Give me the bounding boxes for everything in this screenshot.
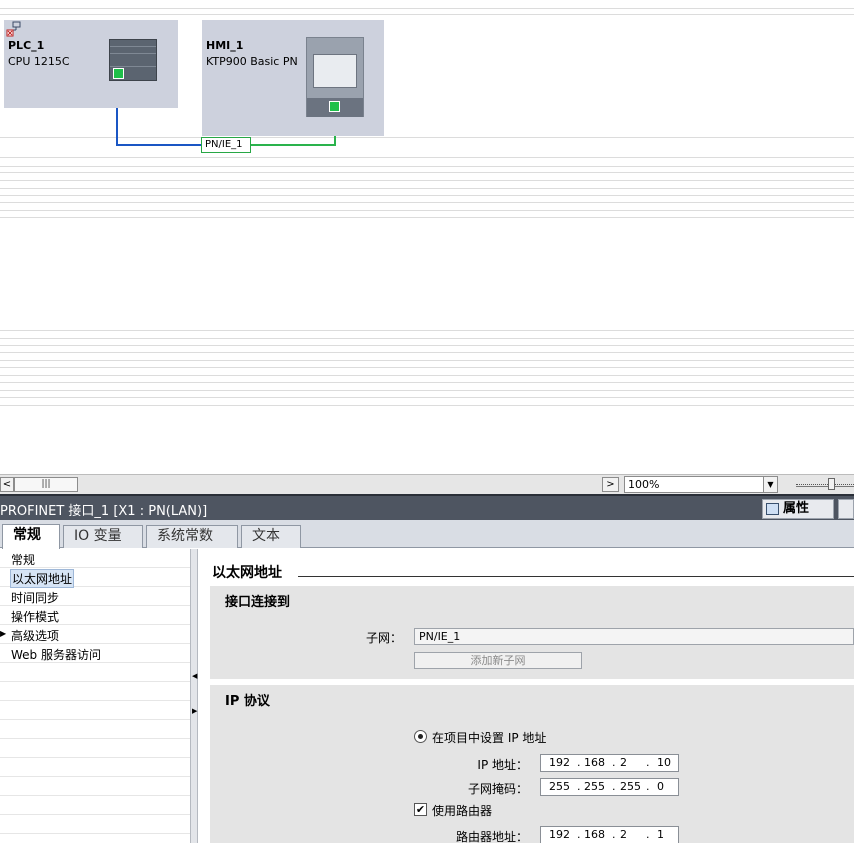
grid-line [0,367,854,368]
grid-line [0,405,854,406]
grid-line [0,390,854,391]
inspector-tabs: 常规 IO 变量 系统常数 文本 [0,520,854,549]
interface-connection-group: 接口连接到 子网： PN/IE_1 添加新子网 [210,586,854,679]
section-title: 以太网地址 [212,565,282,581]
zoom-slider-handle[interactable] [828,478,835,490]
ip-address-input[interactable]: 192 . 168 . 2 . 10 [540,754,679,772]
hmi-name: HMI_1 [206,39,244,52]
tab-io-tags[interactable]: IO 变量 [63,525,143,548]
tab-texts[interactable]: 文本 [241,525,301,548]
nav-item-advanced-options[interactable]: ▶ 高级选项 [0,625,190,644]
grid-line [0,397,854,398]
set-ip-in-project-label: 在项目中设置 IP 地址 [432,731,547,745]
nav-item-ethernet-address[interactable]: 以太网地址 [0,568,190,588]
nav-item-operating-mode[interactable]: 操作模式 [0,606,190,625]
expand-right-icon[interactable]: ▶ [192,707,197,715]
properties-tab-label: 属性 [783,501,810,516]
scroll-thumb[interactable]: ||| [14,477,78,492]
section-divider [298,576,854,577]
hmi-profinet-port[interactable] [329,101,340,112]
nav-label: Web 服务器访问 [11,648,101,662]
grid-line [0,352,854,353]
hmi-device[interactable]: HMI_1 KTP900 Basic PN [202,20,384,136]
grid-line [0,345,854,346]
properties-title: PROFINET 接口_1 [X1 : PN(LAN)] [0,504,208,519]
use-router-checkbox[interactable]: ✔ [414,803,427,816]
nav-label: 常规 [11,553,36,567]
grid-line [0,375,854,376]
plc-hardware-image [109,39,157,81]
ip-address-label: IP 地址： [477,758,528,772]
hmi-hardware-image [306,37,364,117]
properties-tab[interactable]: 属性 [762,499,834,519]
router-address-input[interactable]: 192 . 168 . 2 . 1 [540,826,679,843]
hmi-type: KTP900 Basic PN [206,55,298,68]
add-new-subnet-button[interactable]: 添加新子网 [414,652,582,669]
zoom-select[interactable]: 100% ▼ [624,476,778,493]
tab-system-constants[interactable]: 系统常数 [146,525,238,548]
plc-device[interactable]: PLC_1 CPU 1215C [4,20,178,108]
use-router-label: 使用路由器 [432,804,493,818]
scroll-right-button[interactable]: > [602,477,619,492]
nav-label: 以太网地址 [10,569,75,588]
subnet-mask-label: 子网掩码： [467,782,528,796]
canvas-scrollbar-row: < ||| > 100% ▼ [0,474,854,494]
collapse-left-icon[interactable]: ◀ [192,672,197,680]
scroll-left-button[interactable]: < [0,477,14,492]
property-navigation: 常规 以太网地址 时间同步 操作模式 ▶ 高级选项 Web 服务器访问 [0,549,190,843]
property-content: 以太网地址 接口连接到 子网： PN/IE_1 添加新子网 IP 协议 在项目中… [198,549,854,843]
router-address-label: 路由器地址： [455,830,528,843]
hmi-screen [313,54,357,88]
info-tab[interactable] [838,499,854,519]
nav-item-general[interactable]: 常规 [0,549,190,568]
set-ip-in-project-radio[interactable] [414,730,427,743]
network-node-icon [6,21,21,37]
subnet-label: 子网： [365,631,402,645]
grid-line [0,217,854,218]
group-title: IP 协议 [225,694,270,709]
expand-arrow-icon[interactable]: ▶ [0,629,6,638]
zoom-slider-track[interactable] [796,484,854,487]
ip-protocol-group: IP 协议 在项目中设置 IP 地址 IP 地址： 192 . 168 . 2 … [210,685,854,843]
plc-name: PLC_1 [8,39,45,52]
tab-general[interactable]: 常规 [2,524,60,549]
network-view-canvas[interactable]: PLC_1 CPU 1215C HMI_1 KTP900 Basic PN PN… [0,0,854,474]
subnet-mask-input[interactable]: 255 . 255 . 255 . 0 [540,778,679,796]
properties-title-bar: PROFINET 接口_1 [X1 : PN(LAN)] 属性 [0,494,854,520]
network-label[interactable]: PN/IE_1 [201,137,251,153]
plc-type: CPU 1215C [8,55,70,68]
chevron-down-icon[interactable]: ▼ [763,477,777,492]
grid-line [0,338,854,339]
nav-label: 时间同步 [11,591,60,605]
zoom-value: 100% [628,478,660,491]
grid-line [0,382,854,383]
plc-profinet-port[interactable] [113,68,124,79]
properties-icon [766,503,779,515]
nav-label: 高级选项 [11,629,60,643]
nav-item-time-sync[interactable]: 时间同步 [0,587,190,606]
nav-label: 操作模式 [11,610,60,624]
subnet-select[interactable]: PN/IE_1 [414,628,854,645]
grid-line [0,210,854,211]
grid-line [0,330,854,331]
grid-line [0,360,854,361]
group-title: 接口连接到 [225,595,291,610]
grid-line [0,202,854,203]
nav-item-web-server-access[interactable]: Web 服务器访问 [0,644,190,663]
panel-splitter[interactable]: ◀ ▶ [190,549,198,843]
